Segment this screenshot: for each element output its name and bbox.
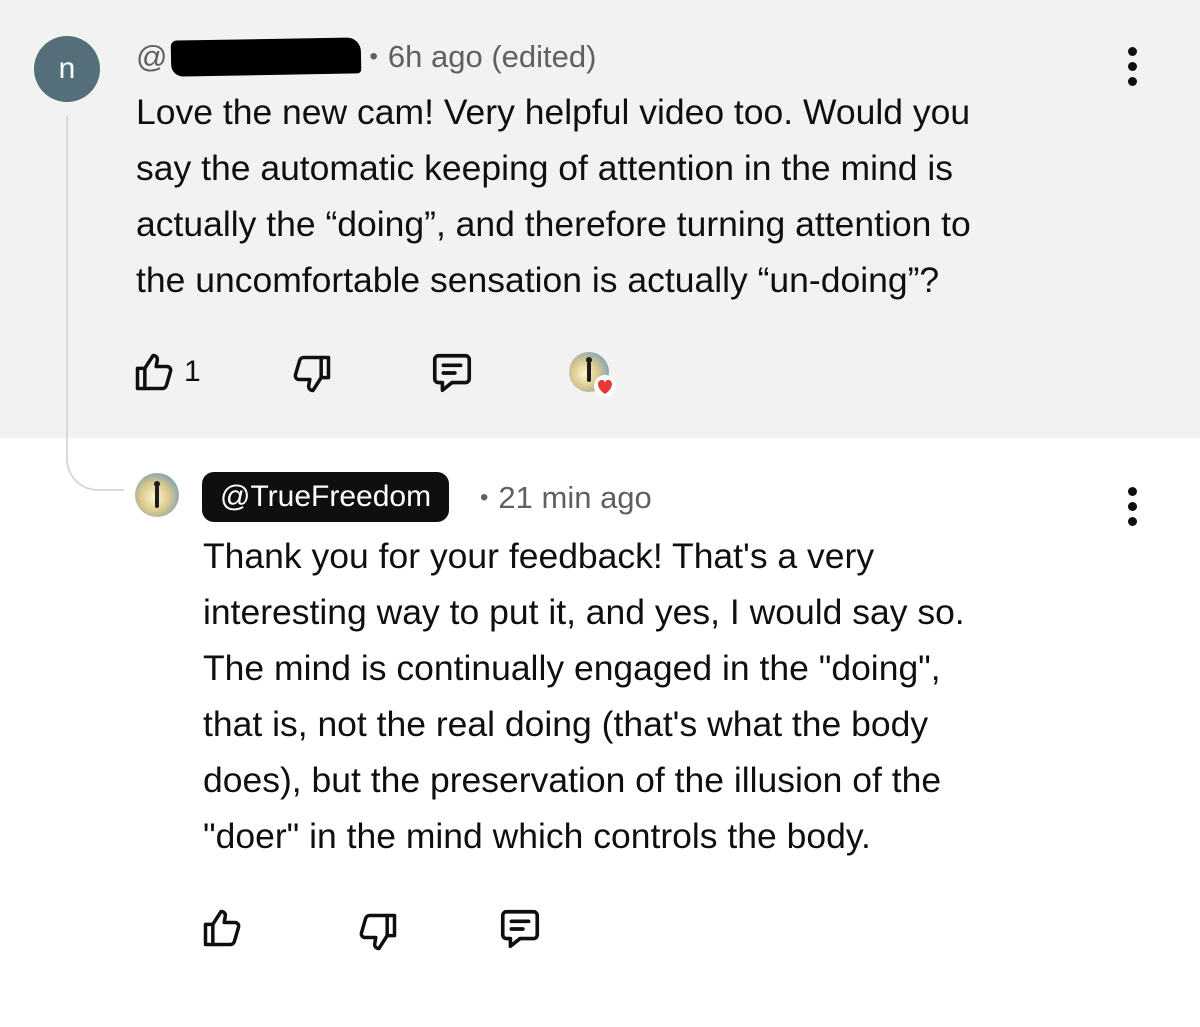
reply-meta: • 21 min ago xyxy=(480,477,652,519)
separator-dot: • xyxy=(480,484,489,511)
reply-like-button[interactable] xyxy=(200,906,244,950)
creator-heart-badge xyxy=(569,352,616,397)
redaction-bar xyxy=(171,37,362,77)
more-vert-icon-dot xyxy=(1127,61,1137,71)
like-count: 1 xyxy=(184,355,201,388)
reply-author-badge[interactable]: @TrueFreedom xyxy=(202,472,450,522)
more-vert-icon-dot xyxy=(1127,46,1137,56)
thumbs-up-icon xyxy=(135,353,173,391)
more-vert-icon-dot xyxy=(1127,516,1137,526)
reply-comment-icon xyxy=(432,353,472,393)
more-vert-icon-dot xyxy=(1127,501,1137,511)
reply-timestamp: 21 min ago xyxy=(498,480,652,515)
reply-comment-icon xyxy=(500,909,540,949)
avatar-letter: n xyxy=(58,52,76,85)
thumbs-up-icon xyxy=(203,909,241,947)
like-button[interactable]: 1 xyxy=(132,350,201,394)
dislike-button[interactable] xyxy=(290,352,334,396)
thumbs-down-icon xyxy=(359,913,397,951)
reply-author-name: @TrueFreedom xyxy=(220,480,432,513)
reply-button[interactable] xyxy=(428,350,476,396)
reply-reply-button[interactable] xyxy=(496,906,544,952)
reply-text: Thank you for your feedback! That's a ve… xyxy=(203,536,965,856)
thread-connector-line xyxy=(66,116,124,491)
separator-dot: • xyxy=(369,43,378,70)
comment-meta: @ • 6h ago (edited) xyxy=(136,36,596,78)
reply-more-button[interactable] xyxy=(1112,476,1152,536)
commenter-handle[interactable]: @ xyxy=(136,37,362,77)
reply-author-avatar[interactable] xyxy=(134,472,180,518)
comment-text: Love the new cam! Very helpful video too… xyxy=(136,92,971,300)
more-vert-icon-dot xyxy=(1127,486,1137,496)
commenter-avatar[interactable]: n xyxy=(34,36,100,102)
thumbs-down-icon xyxy=(293,355,331,393)
comment-timestamp: 6h ago (edited) xyxy=(387,39,597,74)
reply-dislike-button[interactable] xyxy=(356,910,400,954)
heart-icon xyxy=(594,375,616,397)
